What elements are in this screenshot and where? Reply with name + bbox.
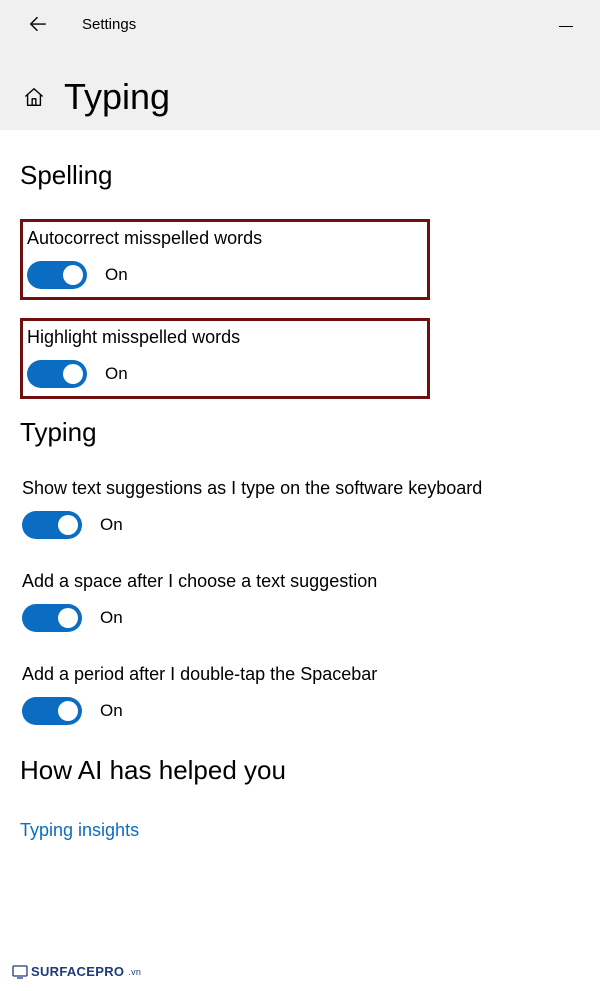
- toggle-knob: [58, 515, 78, 535]
- toggle-state: On: [100, 608, 123, 628]
- toggle-state: On: [105, 364, 128, 384]
- setting-text-suggestions: Show text suggestions as I type on the s…: [20, 476, 580, 549]
- minimize-icon: [559, 26, 573, 27]
- toggle-add-period[interactable]: [22, 697, 82, 725]
- toggle-knob: [63, 265, 83, 285]
- setting-label: Add a space after I choose a text sugges…: [22, 571, 578, 592]
- toggle-add-space[interactable]: [22, 604, 82, 632]
- toggle-row: On: [22, 697, 578, 725]
- toggle-autocorrect[interactable]: [27, 261, 87, 289]
- toggle-row: On: [27, 261, 423, 289]
- toggle-state: On: [100, 515, 123, 535]
- toggle-state: On: [100, 701, 123, 721]
- typing-insights-link[interactable]: Typing insights: [20, 820, 139, 841]
- home-icon: [23, 86, 45, 108]
- section-title-typing: Typing: [20, 417, 580, 448]
- toggle-knob: [58, 701, 78, 721]
- toggle-text-suggestions[interactable]: [22, 511, 82, 539]
- back-button[interactable]: [24, 10, 52, 38]
- app-title: Settings: [82, 16, 136, 33]
- toggle-row: On: [27, 360, 423, 388]
- toggle-knob: [58, 608, 78, 628]
- setting-highlight-misspelled: Highlight misspelled words On: [20, 318, 430, 399]
- watermark-suffix: .vn: [128, 967, 141, 977]
- home-button[interactable]: [20, 83, 48, 111]
- setting-label: Autocorrect misspelled words: [27, 228, 423, 249]
- watermark: SURFACEPRO .vn: [12, 964, 141, 979]
- setting-label: Add a period after I double-tap the Spac…: [22, 664, 578, 685]
- setting-label: Show text suggestions as I type on the s…: [22, 478, 578, 499]
- minimize-button[interactable]: [552, 16, 580, 36]
- section-title-ai: How AI has helped you: [20, 755, 580, 786]
- header-region: Settings Typing: [0, 0, 600, 130]
- toggle-state: On: [105, 265, 128, 285]
- titlebar: Settings: [0, 0, 600, 48]
- page-title: Typing: [64, 76, 170, 118]
- watermark-brand: SURFACEPRO: [31, 964, 124, 979]
- content-area: Spelling Autocorrect misspelled words On…: [0, 130, 600, 841]
- page-header: Typing: [0, 48, 600, 128]
- toggle-highlight-misspelled[interactable]: [27, 360, 87, 388]
- setting-label: Highlight misspelled words: [27, 327, 423, 348]
- setting-autocorrect: Autocorrect misspelled words On: [20, 219, 430, 300]
- setting-add-space: Add a space after I choose a text sugges…: [20, 569, 580, 642]
- setting-add-period: Add a period after I double-tap the Spac…: [20, 662, 580, 735]
- arrow-left-icon: [27, 13, 49, 35]
- toggle-row: On: [22, 604, 578, 632]
- toggle-knob: [63, 364, 83, 384]
- watermark-icon: [12, 965, 28, 979]
- toggle-row: On: [22, 511, 578, 539]
- section-title-spelling: Spelling: [20, 160, 580, 191]
